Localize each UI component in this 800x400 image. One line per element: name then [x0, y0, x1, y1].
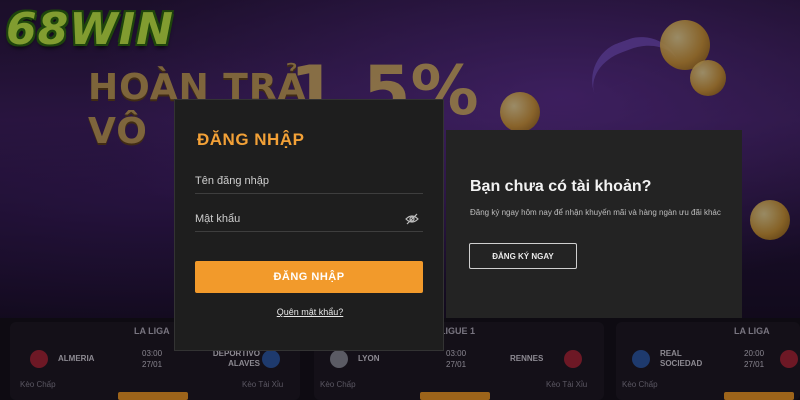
screen: HOÀN TRẢ VÔ 1.5% 68WIN LA LIGA ALMERIA 0…: [0, 0, 800, 400]
forgot-password-link[interactable]: Quên mật khẩu?: [175, 307, 445, 317]
username-field-wrapper: [195, 168, 423, 194]
login-submit-button[interactable]: ĐĂNG NHẬP: [195, 261, 423, 293]
password-field-wrapper: [195, 206, 423, 232]
signup-description: Đăng ký ngay hôm nay để nhận khuyến mãi …: [470, 208, 721, 217]
username-input[interactable]: [195, 168, 423, 193]
eye-off-icon[interactable]: [405, 213, 419, 225]
signup-button[interactable]: ĐĂNG KÝ NGAY: [469, 243, 577, 269]
signup-title: Bạn chưa có tài khoản?: [470, 178, 652, 195]
password-input[interactable]: [195, 206, 423, 231]
signup-panel: Bạn chưa có tài khoản? Đăng ký ngay hôm …: [446, 130, 742, 318]
login-title: ĐĂNG NHẬP: [197, 130, 305, 149]
login-panel: ĐĂNG NHẬP ĐĂNG NHẬP Quên mật khẩu?: [174, 99, 444, 351]
